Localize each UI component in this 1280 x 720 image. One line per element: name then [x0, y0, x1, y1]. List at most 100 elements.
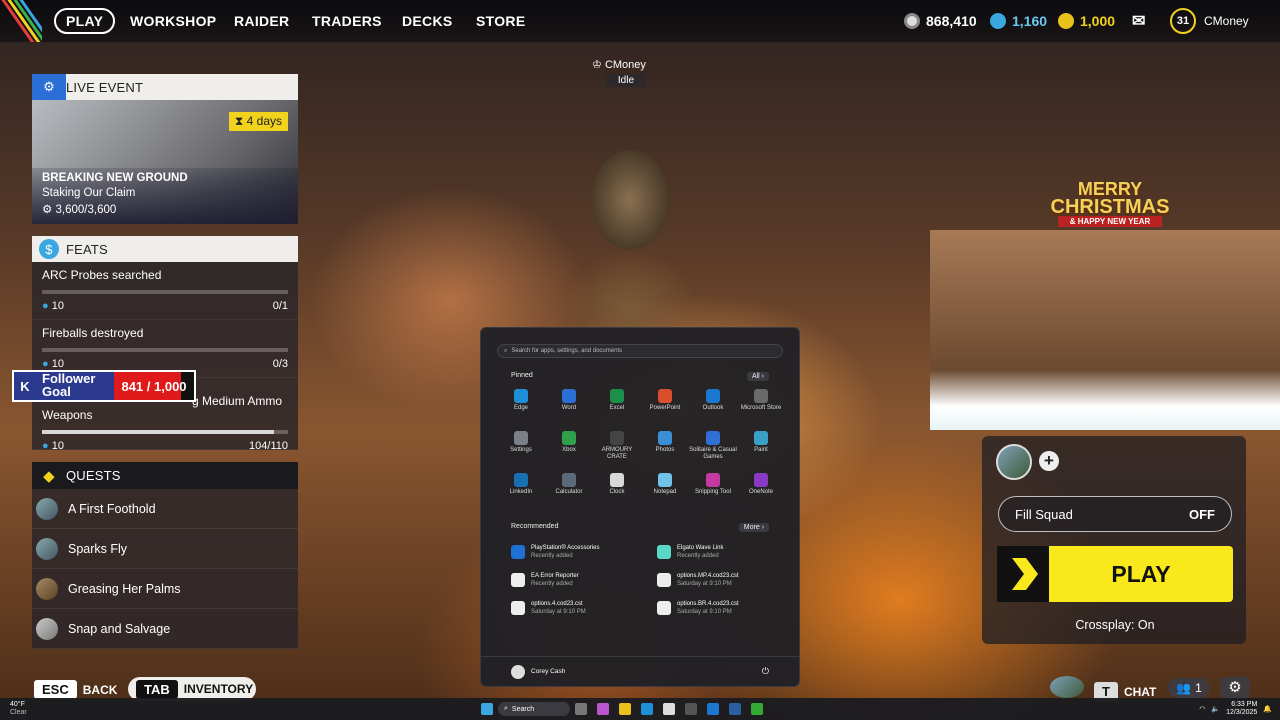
squad-member-avatar[interactable] [996, 444, 1032, 480]
store-icon[interactable] [663, 703, 675, 715]
play-button[interactable]: PLAY [997, 546, 1233, 602]
coins-balance: 868,410 [904, 0, 977, 42]
app-icon [562, 473, 576, 487]
recommended-item[interactable]: options.MP.4.cod23.cst Saturday at 9:10 P… [657, 570, 797, 590]
recommended-item[interactable]: options.BR.4.cod23.cst Saturday at 9:10 P… [657, 598, 797, 618]
settings-gear-icon[interactable]: ⚙ [1220, 677, 1250, 699]
power-icon[interactable]: ⏻ [762, 666, 769, 677]
pinned-app[interactable]: Microsoft Store [737, 389, 785, 425]
pinned-app[interactable]: Xbox [545, 431, 593, 467]
nav-store[interactable]: STORE [476, 0, 525, 42]
quest-avatar [36, 617, 58, 640]
recommended-item[interactable]: PlayStation® Accessories Recently added [511, 542, 657, 562]
recommended-item[interactable]: options.4.cod23.cst Saturday at 9:10 PM [511, 598, 657, 618]
pinned-app[interactable]: PowerPoint [641, 389, 689, 425]
creds-icon: ● [42, 358, 49, 370]
back-hint[interactable]: ESC BACK [34, 680, 117, 699]
taskbar-clock[interactable]: 6:33 PM 12/3/2025 [1226, 701, 1257, 717]
kick-icon: K [14, 372, 36, 400]
nav-traders[interactable]: TRADERS [312, 0, 382, 42]
app-icon [658, 431, 672, 445]
quest-item[interactable]: A First Foothold [32, 489, 298, 529]
taskbar-search[interactable]: ⌕ Search [498, 702, 570, 716]
windows-start-icon[interactable] [481, 703, 493, 715]
all-apps-button[interactable]: All › [746, 372, 769, 381]
file-explorer-icon[interactable] [619, 703, 631, 715]
pinned-app[interactable]: Word [545, 389, 593, 425]
quest-avatar [36, 537, 58, 560]
logo-stripes [0, 0, 42, 42]
fill-squad-toggle[interactable]: Fill Squad OFF [998, 496, 1232, 532]
pinned-app[interactable]: Notepad [641, 473, 689, 509]
windows-taskbar: 40°F Clear ⌕ Search ◠ 🔈 6:33 PM 12/3/2025 🔔 [0, 698, 1280, 720]
app-icon [562, 389, 576, 403]
recommended-item[interactable]: Elgato Wave Link Recently added [657, 542, 797, 562]
game-icon[interactable] [751, 703, 763, 715]
nav-raider[interactable]: RAIDER [234, 0, 289, 42]
file-icon [657, 545, 671, 559]
windows-start-menu: ⌕ Search for apps, settings, and documen… [480, 327, 800, 687]
crossplay-status: Crossplay: On [1075, 618, 1155, 632]
app-icon [754, 389, 768, 403]
add-squad-member-icon[interactable]: + [1039, 451, 1059, 471]
pinned-app[interactable]: Outlook [689, 389, 737, 425]
app-icon[interactable] [685, 703, 697, 715]
party-icon: 👥 [1176, 681, 1192, 695]
user-account-button[interactable]: Corey Cash [511, 664, 565, 679]
nav-decks[interactable]: DECKS [402, 0, 453, 42]
feat-item[interactable]: ARC Probes searched ● 10 0/1 [32, 262, 298, 320]
event-subtitle: Staking Our Claim [42, 187, 136, 199]
pinned-app[interactable]: Settings [497, 431, 545, 467]
player-status: Idle [606, 74, 646, 87]
app-icon [706, 473, 720, 487]
pinned-app[interactable]: Snipping Tool [689, 473, 737, 509]
live-event-header: LIVE EVENT [66, 79, 144, 95]
app-icon [514, 389, 528, 403]
task-view-icon[interactable] [575, 703, 587, 715]
start-search-input[interactable]: ⌕ Search for apps, settings, and documen… [497, 344, 783, 358]
app-icon [610, 473, 624, 487]
pinned-app[interactable]: OneNote [737, 473, 785, 509]
wifi-icon[interactable]: ◠ [1199, 705, 1205, 713]
copilot-icon[interactable] [597, 703, 609, 715]
app-icon [562, 431, 576, 445]
outlook-icon[interactable] [707, 703, 719, 715]
quest-item[interactable]: Sparks Fly [32, 529, 298, 569]
steam-icon[interactable] [729, 703, 741, 715]
pinned-app[interactable]: Excel [593, 389, 641, 425]
pinned-app[interactable]: Paint [737, 431, 785, 467]
app-icon [754, 473, 768, 487]
event-progress: 3,600/3,600 [55, 204, 117, 216]
feats-header: FEATS [66, 241, 108, 257]
recommended-list: PlayStation® Accessories Recently added El… [511, 542, 799, 618]
live-event-card[interactable]: ⚙ LIVE EVENT ⧗ 4 days BREAKING NEW GROUN… [32, 74, 298, 224]
fill-squad-value: OFF [1189, 506, 1215, 522]
pinned-app[interactable]: Photos [641, 431, 689, 467]
more-button[interactable]: More › [738, 523, 769, 532]
quests-diamond-icon: ◆ [43, 467, 55, 485]
quest-item[interactable]: Snap and Salvage [32, 609, 298, 649]
notification-bell-icon[interactable]: 🔔 [1263, 705, 1272, 713]
nav-workshop[interactable]: WORKSHOP [130, 0, 216, 42]
pinned-app[interactable]: Clock [593, 473, 641, 509]
weather-widget[interactable]: 40°F Clear [0, 701, 90, 717]
app-icon [610, 431, 624, 445]
volume-icon[interactable]: 🔈 [1211, 705, 1220, 713]
pinned-app[interactable]: Calculator [545, 473, 593, 509]
party-button[interactable]: 👥 1 [1168, 678, 1210, 698]
pinned-app[interactable]: Solitaire & Casual Games [689, 431, 737, 467]
user-avatar [511, 664, 525, 679]
pinned-app[interactable]: LinkedIn [497, 473, 545, 509]
mail-button[interactable]: ✉ [1132, 0, 1145, 42]
christmas-title: MERRY CHRISTMAS & HAPPY NEW YEAR [1050, 179, 1170, 227]
follower-goal-value: 841 / 1,000 [121, 378, 187, 394]
edge-icon[interactable] [641, 703, 653, 715]
pinned-app[interactable]: ARMOURY CRATE [593, 431, 641, 467]
profile-button[interactable]: 31 CMoney [1170, 0, 1249, 42]
quest-item[interactable]: Greasing Her Palms [32, 569, 298, 609]
recommended-item[interactable]: EA Error Reporter Recently added [511, 570, 657, 590]
mail-icon: ✉ [1132, 13, 1146, 30]
pinned-app[interactable]: Edge [497, 389, 545, 425]
feat-progress-fill [42, 430, 275, 434]
nav-play[interactable]: PLAY [54, 8, 116, 34]
